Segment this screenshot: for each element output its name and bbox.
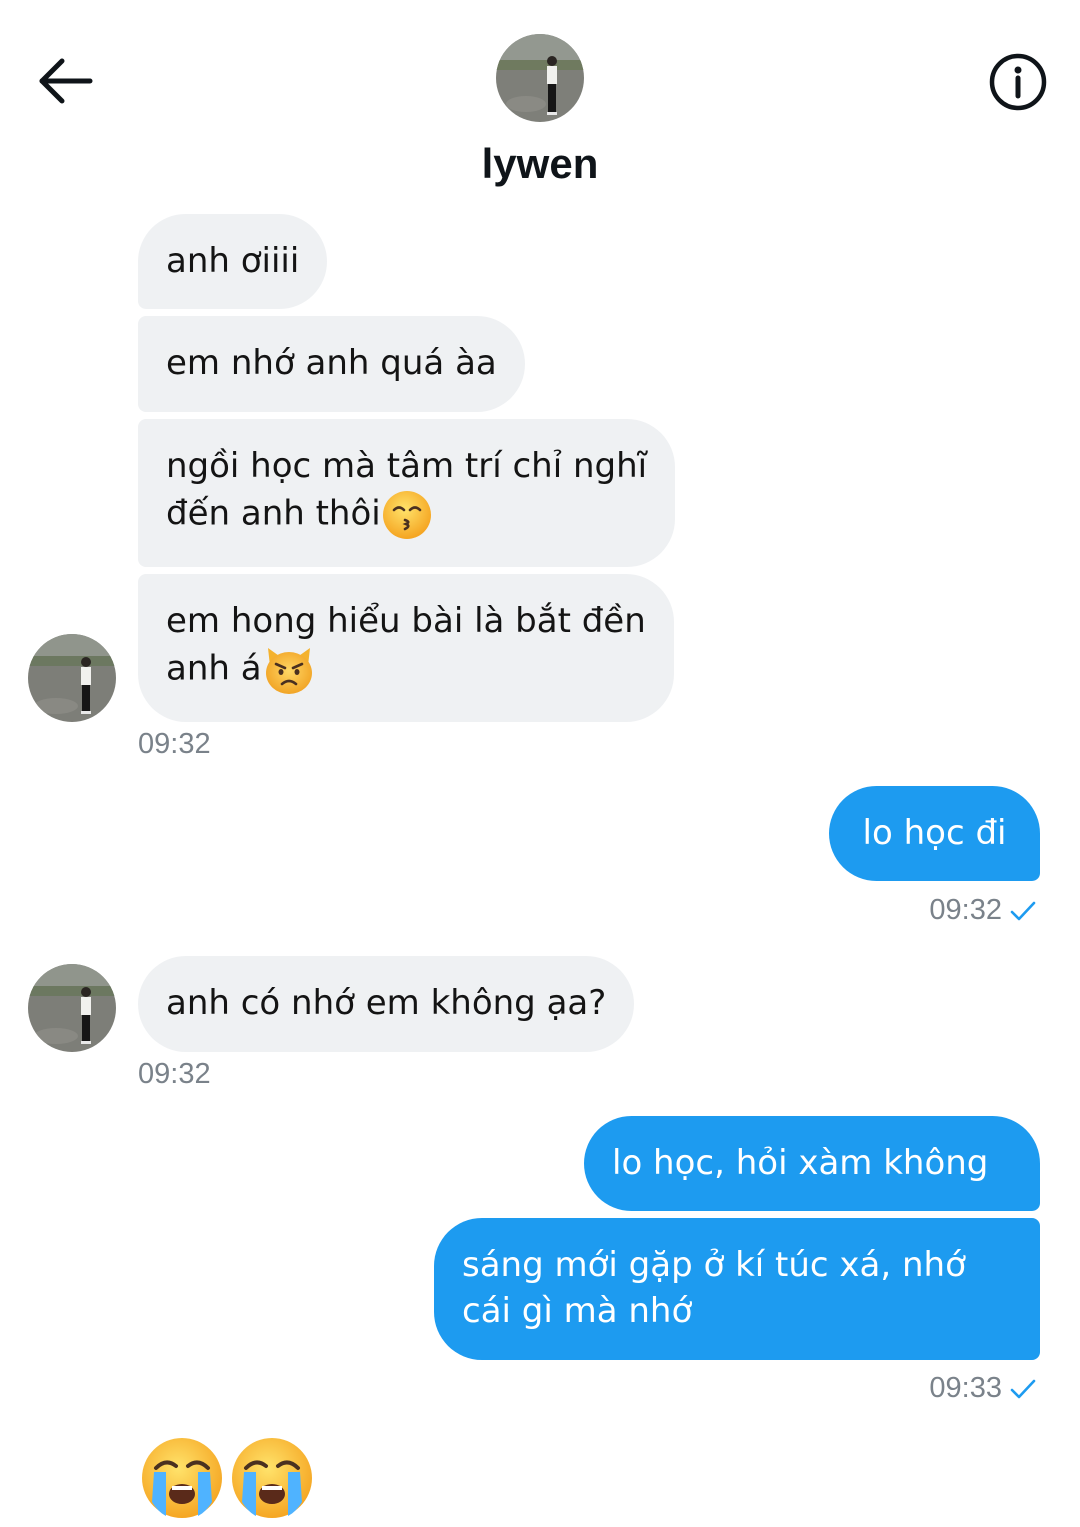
pouting-cat-icon	[265, 648, 312, 694]
message-timestamp: 09:33	[929, 1372, 1036, 1405]
message-text-line: anh á	[166, 648, 262, 689]
message-timestamp: 09:32	[138, 728, 211, 760]
read-check-icon	[1010, 1380, 1036, 1399]
message-text: anh có nhớ em không ạa?	[166, 983, 607, 1023]
loudly-crying-face-icon	[142, 1438, 222, 1518]
loudly-crying-face-icon	[232, 1438, 312, 1518]
message-bubble-outgoing[interactable]: lo học đi	[829, 786, 1040, 881]
message-text: anh ơiiii	[166, 241, 300, 281]
sender-avatar[interactable]	[28, 634, 116, 722]
arrow-left-icon	[39, 58, 93, 104]
message-bubble-incoming[interactable]: ngồi học mà tâm trí chỉ nghĩ đến anh thô…	[138, 419, 676, 567]
message-bubble-incoming[interactable]: em nhớ anh quá àa	[138, 316, 525, 412]
back-button[interactable]	[36, 54, 96, 110]
read-check-icon	[1010, 902, 1036, 921]
info-icon	[989, 53, 1047, 111]
message-text-line: ngồi học mà tâm trí chỉ nghĩ	[166, 446, 648, 486]
message-timestamp: 09:32	[929, 894, 1036, 927]
message-bubble-outgoing[interactable]: lo học, hỏi xàm không	[584, 1116, 1040, 1211]
emoji-message[interactable]	[140, 1436, 320, 1522]
message-bubble-incoming[interactable]: anh ơiiii	[138, 214, 328, 309]
dm-conversation-screen: lywen anh ơiiii em nhớ anh quá àa ngồi h…	[0, 0, 1080, 1527]
contact-avatar[interactable]	[496, 34, 584, 122]
message-timestamp: 09:32	[138, 1058, 211, 1090]
contact-name[interactable]: lywen	[340, 140, 740, 188]
message-text-line: em hong hiểu bài là bắt đền	[166, 601, 646, 641]
message-bubble-incoming[interactable]: anh có nhớ em không ạa?	[138, 956, 635, 1052]
message-bubble-outgoing[interactable]: sáng mới gặp ở kí túc xá, nhớ cái gì mà …	[434, 1218, 1040, 1360]
sender-avatar[interactable]	[28, 964, 116, 1052]
message-text-line: đến anh thôi	[166, 493, 381, 534]
message-bubble-incoming[interactable]: em hong hiểu bài là bắt đền anh á	[138, 574, 674, 722]
message-text: lo học đi	[862, 813, 1007, 853]
info-button[interactable]	[988, 52, 1048, 112]
message-text: em nhớ anh quá àa	[166, 343, 497, 383]
kissing-face-with-smiling-eyes-icon	[382, 491, 431, 539]
message-text-line: cái gì mà nhớ	[462, 1291, 693, 1331]
message-text-line: sáng mới gặp ở kí túc xá, nhớ	[462, 1245, 966, 1285]
message-text: lo học, hỏi xàm không	[612, 1143, 989, 1183]
